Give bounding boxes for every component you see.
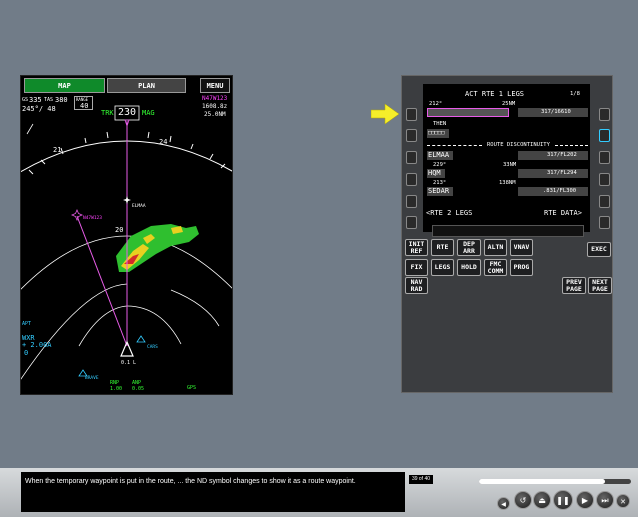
temp-waypoint-entry[interactable] [427, 108, 509, 117]
lsk-4r[interactable] [599, 173, 610, 186]
eta-value: 1608.8z [202, 103, 228, 110]
progress-slider[interactable] [479, 479, 631, 484]
caption-text: When the temporary waypoint is put in th… [21, 472, 405, 512]
heading-value: 230 [118, 107, 137, 118]
anp-value: 0.05 [132, 386, 145, 392]
key-fix[interactable]: FIX [405, 259, 428, 276]
lsk-2r[interactable] [599, 129, 610, 142]
rewind-icon[interactable]: ◀ [497, 497, 510, 510]
row4-waypoint: HQM [428, 169, 441, 177]
navigation-display: MAP PLAN MENU GS 335 TAS 380 245°/ 48 RA… [20, 75, 233, 395]
temp-waypoint-star [70, 208, 84, 222]
temp-waypoint-label: N47W123 [83, 216, 102, 221]
lsk-1l[interactable] [406, 108, 417, 121]
row4-speed-alt: 317/FL294 [547, 170, 577, 176]
discontinuity-line-right [555, 145, 588, 146]
row5-waypoint: SEDAR [428, 187, 450, 195]
range-mark-20: 20 [115, 226, 124, 234]
wxr-tilt: 0 [24, 349, 29, 357]
row2-then: THEN [433, 121, 447, 127]
lsk-1r[interactable] [599, 108, 610, 121]
key-hold[interactable]: HOLD [457, 259, 481, 276]
compass-24: 24 [159, 138, 168, 146]
cdu-display: ACT RTE 1 LEGS 1/8 212° 25NM 317/16610 T… [423, 84, 590, 232]
waypoint-elmaa: ELMAA [132, 204, 146, 209]
cdu-page-number: 1/8 [570, 91, 580, 97]
lsk-4l[interactable] [406, 173, 417, 186]
pause-icon[interactable]: ❚❚ [553, 490, 573, 510]
key-prog[interactable]: PROG [510, 259, 533, 276]
active-waypoint: N47W123 [202, 95, 228, 102]
fast-forward-icon[interactable]: ⏭ [596, 491, 614, 509]
key-rte[interactable]: RTE [431, 239, 454, 256]
lsk-6l[interactable] [406, 216, 417, 229]
key-altn[interactable]: ALTN [484, 239, 507, 256]
page-counter: 39 of 40 [409, 475, 433, 484]
lsk-3r[interactable] [599, 151, 610, 164]
progress-slider-fill [479, 479, 606, 484]
row5-distance: 138NM [499, 180, 516, 186]
row5-speed-alt: .831/FL300 [543, 188, 577, 194]
cdu-scratchpad [432, 225, 584, 237]
rnp-value: 1.00 [110, 386, 123, 392]
row1-speed-alt: 317/16610 [541, 109, 571, 115]
close-icon[interactable]: ✕ [616, 494, 630, 508]
mag-label: MAG [142, 109, 155, 117]
trk-label: TRK [101, 109, 114, 117]
weather-returns [116, 224, 199, 272]
key-legs[interactable]: LEGS [431, 259, 454, 276]
wxr-gain: + 2.00A [22, 341, 52, 349]
cdu-title: ACT RTE 1 LEGS [465, 90, 525, 98]
key-dep-arr[interactable]: DEP ARR [457, 239, 481, 256]
row3-waypoint: ELMAA [428, 151, 450, 159]
key-nav-rad[interactable]: NAV RAD [405, 277, 428, 294]
rte-data-prompt: RTE DATA> [544, 209, 582, 217]
apt-label: APT [22, 321, 32, 327]
nd-map-graphics [21, 105, 232, 380]
key-init-ref[interactable]: INIT REF [405, 239, 428, 256]
gs-value: 335 [29, 96, 42, 104]
row2-boxes: □□□□□ [428, 130, 445, 136]
cdu-panel: ACT RTE 1 LEGS 1/8 212° 25NM 317/16610 T… [401, 75, 613, 393]
eject-icon[interactable]: ⏏ [533, 491, 551, 509]
lsk-5r[interactable] [599, 195, 610, 208]
wind-value: 245°/ 48 [22, 105, 56, 113]
route-discontinuity-label: ROUTE DISCONTINUITY [487, 142, 550, 148]
lsk-3l[interactable] [406, 151, 417, 164]
gps-label: GPS [187, 385, 197, 391]
pointer-arrow-cdu [371, 104, 399, 124]
replay-icon[interactable]: ↺ [514, 491, 532, 509]
airport-brave: BRAVE [85, 376, 99, 381]
range-box: RANGE 40 [74, 96, 93, 110]
row3-speed-alt: 317/FL202 [547, 152, 577, 158]
row4-distance: 33NM [503, 162, 517, 168]
key-exec[interactable]: EXEC [587, 242, 611, 257]
lsk-6r[interactable] [599, 216, 610, 229]
lsk-2l[interactable] [406, 129, 417, 142]
key-next-page[interactable]: NEXT PAGE [588, 277, 612, 294]
vor-distance: 0.1 L [121, 360, 137, 366]
compass-21: 21 [53, 146, 62, 154]
row1-distance: 25NM [502, 101, 516, 107]
play-icon[interactable]: ▶ [576, 491, 594, 509]
row4-course: 229° [433, 162, 447, 168]
range-value: 40 [80, 102, 89, 110]
distance-value: 25.0NM [204, 111, 226, 118]
lsk-5l[interactable] [406, 195, 417, 208]
row1-course: 212° [429, 101, 443, 107]
key-vnav[interactable]: VNAV [510, 239, 533, 256]
tas-label: TAS [44, 97, 54, 103]
key-prev-page[interactable]: PREV PAGE [562, 277, 586, 294]
rte2-legs-prompt: <RTE 2 LEGS [426, 209, 473, 217]
tas-value: 380 [55, 96, 68, 104]
airport-cars: CARS [147, 345, 158, 350]
row5-course: 213° [433, 180, 447, 186]
discontinuity-line-left [427, 145, 482, 146]
key-fmc-comm[interactable]: FMC COMM [484, 259, 507, 276]
gs-label: GS [22, 97, 29, 103]
